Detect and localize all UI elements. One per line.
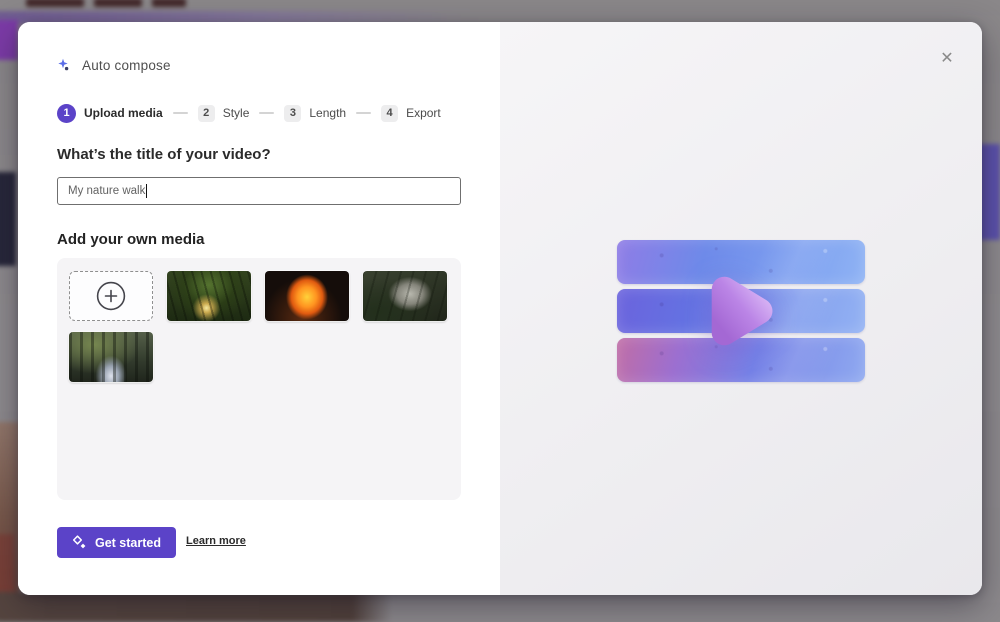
step-number: 4 (381, 105, 398, 122)
background-navy-blob (0, 172, 16, 266)
step-style[interactable]: 2 Style (198, 105, 250, 122)
sparkle-icon (57, 58, 72, 73)
step-upload-media[interactable]: 1 Upload media (57, 104, 163, 123)
step-label: Export (406, 106, 441, 120)
step-number-active: 1 (57, 104, 76, 123)
background-bottom-brown (0, 592, 392, 622)
auto-compose-illustration (617, 240, 865, 382)
video-title-value: My nature walk (68, 185, 145, 197)
step-separator (259, 112, 274, 114)
media-thumbnail-forest-path[interactable] (69, 332, 153, 382)
learn-more-link[interactable]: Learn more (186, 535, 246, 547)
step-label: Upload media (84, 106, 163, 120)
step-separator (356, 112, 371, 114)
screen: Auto compose 1 Upload media 2 Style 3 Le… (0, 0, 1000, 622)
step-number: 3 (284, 105, 301, 122)
auto-compose-dialog: Auto compose 1 Upload media 2 Style 3 Le… (18, 22, 982, 595)
preview-panel: ✕ (500, 22, 982, 595)
step-separator (173, 112, 188, 114)
media-grid (57, 258, 461, 500)
step-label: Style (223, 106, 250, 120)
get-started-button[interactable]: Get started (57, 527, 176, 558)
dialog-header: Auto compose (57, 58, 171, 73)
step-number: 2 (198, 105, 215, 122)
step-length[interactable]: 3 Length (284, 105, 346, 122)
step-indicator: 1 Upload media 2 Style 3 Length 4 Export (57, 103, 441, 123)
close-icon[interactable]: ✕ (934, 46, 960, 72)
video-title-input[interactable]: My nature walk (57, 177, 461, 205)
background-smudge (26, 0, 84, 7)
video-title-question: What’s the title of your video? (57, 146, 271, 163)
play-icon (697, 256, 795, 366)
media-thumbnail-ancient-tree[interactable] (167, 271, 251, 321)
media-thumbnail-bird-in-forest[interactable] (363, 271, 447, 321)
sparkle-diamonds-icon (72, 535, 87, 550)
dialog-title: Auto compose (82, 58, 171, 73)
plus-circle-icon (96, 281, 126, 311)
get-started-label: Get started (95, 536, 161, 550)
step-label: Length (309, 106, 346, 120)
text-cursor (146, 184, 147, 198)
step-export[interactable]: 4 Export (381, 105, 441, 122)
background-smudge (152, 0, 186, 7)
add-media-button[interactable] (69, 271, 153, 321)
media-thumbnail-campfire[interactable] (265, 271, 349, 321)
media-section-heading: Add your own media (57, 231, 205, 248)
background-purple-square (0, 20, 18, 60)
dialog-form-panel: Auto compose 1 Upload media 2 Style 3 Le… (18, 22, 500, 595)
background-smudge (94, 0, 142, 7)
